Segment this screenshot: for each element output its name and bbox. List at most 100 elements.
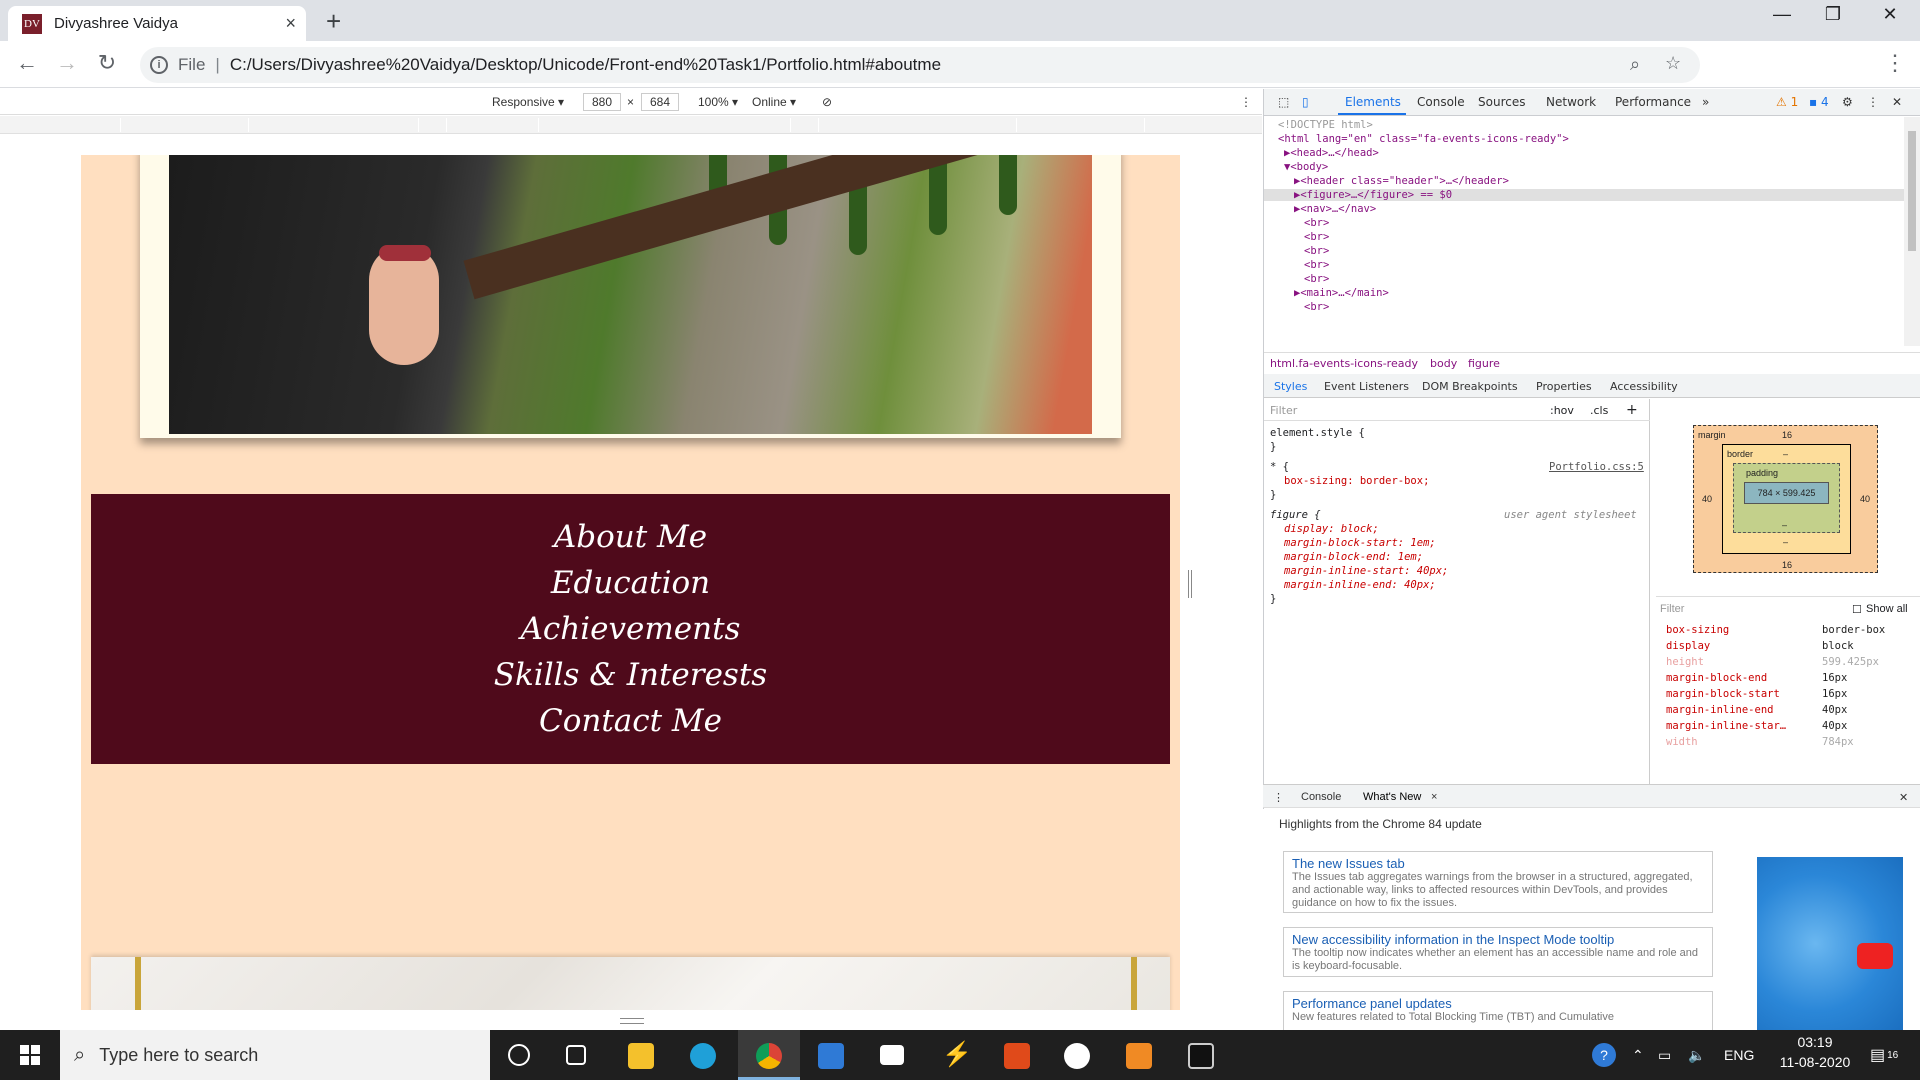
margin-right-value[interactable]: 40 [1860, 494, 1870, 504]
margin-bottom-value[interactable]: 16 [1782, 560, 1792, 570]
device-menu-icon[interactable]: ⋮ [1240, 95, 1252, 109]
tab-elements[interactable]: Elements [1345, 95, 1401, 109]
dom-node[interactable]: ▶<nav>…</nav> [1294, 203, 1376, 215]
computed-row[interactable]: margin-inline-end 40px [1656, 704, 1920, 720]
nav-about-me[interactable]: About Me [554, 514, 707, 560]
nav-education[interactable]: Education [551, 560, 710, 606]
dom-node[interactable]: <br> [1304, 231, 1329, 243]
device-toggle-icon[interactable]: ▯ [1302, 95, 1309, 109]
dom-node[interactable]: <!DOCTYPE html> [1278, 119, 1373, 131]
help-icon[interactable]: ? [1592, 1030, 1616, 1080]
margin-left-value[interactable]: 40 [1702, 494, 1712, 504]
dom-scrollbar[interactable] [1904, 117, 1920, 346]
nav-achievements[interactable]: Achievements [521, 606, 741, 652]
youtube-play-icon[interactable] [1857, 943, 1893, 969]
drawer-close-icon[interactable]: ✕ [1899, 791, 1908, 804]
taskbar-search-box[interactable]: ⌕ Type here to search [60, 1030, 490, 1080]
show-all-checkbox[interactable]: ☐ [1852, 603, 1862, 616]
whats-new-card[interactable]: The new Issues tab The Issues tab aggreg… [1283, 851, 1713, 913]
warning-count[interactable]: ⚠ 1 [1776, 95, 1798, 109]
dom-node[interactable]: ▼<body> [1284, 161, 1328, 173]
forward-arrow-icon[interactable]: → [52, 50, 82, 76]
dropbox-icon[interactable] [880, 1045, 904, 1065]
hov-toggle[interactable]: :hov [1550, 404, 1574, 417]
task-view-icon[interactable] [566, 1045, 586, 1065]
close-window-icon[interactable]: ✕ [1870, 4, 1910, 25]
tab-network[interactable]: Network [1546, 95, 1596, 109]
styles-filter-input[interactable]: Filter [1270, 404, 1297, 417]
maximize-icon[interactable]: ❐ [1813, 4, 1853, 25]
drawer-tab-whats-new[interactable]: What's New [1363, 791, 1421, 803]
dom-node[interactable]: <br> [1304, 273, 1329, 285]
browser-tab[interactable]: DV Divyashree Vaidya × [8, 6, 306, 41]
close-tab-icon[interactable]: × [285, 13, 296, 34]
back-arrow-icon[interactable]: ← [12, 50, 42, 76]
zoom-icon[interactable]: ⌕ [1630, 54, 1640, 75]
devtools-close-icon[interactable]: ✕ [1892, 95, 1902, 109]
media-query-ruler[interactable] [0, 116, 1262, 134]
figure-rule[interactable]: figure { [1270, 509, 1321, 521]
dom-node[interactable]: <br> [1304, 259, 1329, 271]
computed-row[interactable]: margin-block-start 16px [1656, 688, 1920, 704]
powershell-icon[interactable]: ⚡ [942, 1040, 972, 1068]
card-title[interactable]: New accessibility information in the Ins… [1292, 932, 1704, 947]
nav-contact-me[interactable]: Contact Me [539, 698, 722, 744]
computed-row[interactable]: width 784px [1656, 736, 1920, 752]
cls-toggle[interactable]: .cls [1590, 404, 1608, 417]
notification-center[interactable]: ▤ 16 [1870, 1030, 1898, 1080]
border-top-value[interactable]: – [1783, 449, 1788, 459]
card-title[interactable]: Performance panel updates [1292, 996, 1704, 1011]
dom-node[interactable]: <br> [1304, 245, 1329, 257]
devtools-menu-icon[interactable]: ⋮ [1867, 95, 1879, 109]
star-rule[interactable]: * { [1270, 461, 1289, 473]
style-declaration[interactable]: box-sizing: border-box; [1284, 475, 1429, 487]
source-link[interactable]: Portfolio.css:5 [1549, 461, 1644, 473]
mail-icon[interactable] [818, 1043, 844, 1069]
info-icon[interactable]: i [150, 56, 168, 74]
breadcrumb-body[interactable]: body [1430, 357, 1457, 370]
computed-filter-input[interactable]: Filter [1660, 603, 1684, 615]
responsive-dropdown[interactable]: Responsive ▾ [492, 95, 564, 109]
message-count[interactable]: ▪ 4 [1809, 95, 1829, 109]
new-rule-icon[interactable]: + [1626, 402, 1638, 418]
width-input[interactable]: 880 [583, 93, 621, 111]
file-explorer-icon[interactable] [628, 1043, 654, 1069]
office-icon[interactable] [1004, 1043, 1030, 1069]
element-style-rule[interactable]: element.style { [1270, 427, 1365, 439]
breadcrumb-figure[interactable]: figure [1468, 357, 1500, 370]
computed-row[interactable]: margin-inline-star… 40px [1656, 720, 1920, 736]
new-tab-button[interactable]: + [326, 6, 341, 37]
menu-kebab-icon[interactable]: ⋮ [1880, 50, 1910, 76]
dom-node-selected[interactable]: ▶<figure>…</figure> == $0 [1264, 189, 1904, 201]
dom-node[interactable]: ▶<header class="header">…</header> [1294, 175, 1509, 187]
zoom-dropdown[interactable]: 100% ▾ [698, 95, 738, 109]
tab-sources[interactable]: Sources [1478, 95, 1525, 109]
border-bottom-value[interactable]: – [1783, 537, 1788, 547]
volume-icon[interactable]: 🔈 [1688, 1030, 1705, 1080]
sublime-text-icon[interactable] [1126, 1043, 1152, 1069]
settings-gear-icon[interactable]: ⚙ [1842, 95, 1853, 109]
padding-bottom-value[interactable]: – [1782, 520, 1787, 530]
language-indicator[interactable]: ENG [1724, 1030, 1754, 1080]
start-button[interactable] [0, 1030, 60, 1080]
address-bar[interactable]: i File | C:/Users/Divyashree%20Vaidya/De… [140, 47, 1700, 83]
clock[interactable]: 03:19 11-08-2020 [1770, 1034, 1860, 1070]
resize-handle-bottom[interactable] [620, 1018, 644, 1024]
dom-node[interactable]: ▶<main>…</main> [1294, 287, 1389, 299]
computed-row[interactable]: box-sizing border-box [1656, 624, 1920, 640]
drawer-menu-icon[interactable]: ⋮ [1273, 791, 1284, 804]
box-model-content[interactable]: 784 × 599.425 [1744, 482, 1829, 504]
breadcrumb-html[interactable]: html.fa-events-icons-ready [1270, 357, 1418, 370]
reload-icon[interactable]: ↻ [92, 50, 122, 76]
dom-node[interactable]: <br> [1304, 217, 1329, 229]
minimize-icon[interactable]: — [1762, 4, 1802, 25]
tab-styles[interactable]: Styles [1274, 380, 1307, 393]
url-text[interactable]: C:/Users/Divyashree%20Vaidya/Desktop/Uni… [230, 55, 941, 75]
terminal-icon[interactable] [1188, 1043, 1214, 1069]
rotate-icon[interactable]: ⊘ [822, 95, 832, 109]
chrome-icon[interactable] [756, 1043, 782, 1069]
margin-top-value[interactable]: 16 [1782, 430, 1792, 440]
network-icon[interactable]: ▭ [1658, 1030, 1671, 1080]
tab-console[interactable]: Console [1417, 95, 1465, 109]
dom-node[interactable]: <html lang="en" class="fa-events-icons-r… [1278, 133, 1569, 145]
